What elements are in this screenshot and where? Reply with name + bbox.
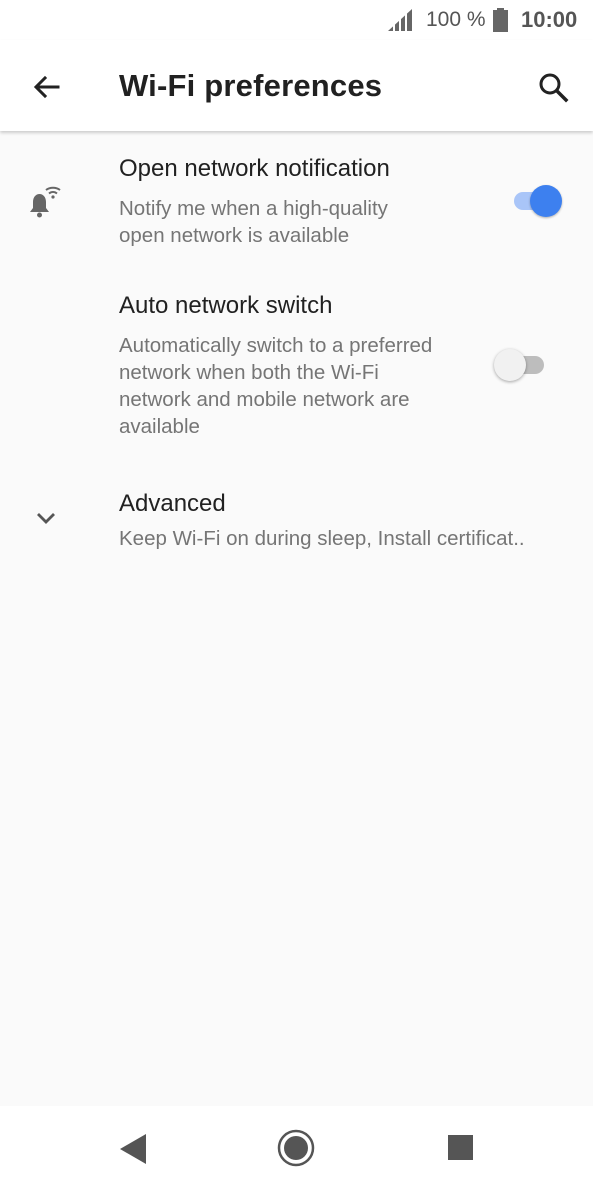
status-clock: 10:00	[521, 7, 578, 32]
pref-auto-network-switch[interactable]: Auto network switch Automatically switch…	[0, 277, 593, 455]
toggle-thumb	[494, 349, 526, 381]
pref-open-network-notification[interactable]: Open network notification Notify me when…	[0, 140, 593, 265]
pref-title: Advanced	[119, 490, 226, 517]
notification-wifi-icon	[24, 182, 64, 227]
page-title: Wi-Fi preferences	[119, 68, 383, 103]
pref-title: Auto network switch	[119, 292, 333, 319]
home-circle-icon[interactable]	[276, 1128, 316, 1168]
signal-icon	[388, 9, 412, 36]
status-bar: 100 % 10:00	[0, 0, 593, 40]
back-triangle-icon[interactable]	[112, 1128, 152, 1168]
chevron-down-icon	[28, 500, 64, 541]
search-icon[interactable]	[534, 68, 574, 108]
pref-summary: Automatically switch to a preferred netw…	[119, 334, 433, 438]
battery-icon	[493, 8, 508, 37]
pref-summary: Keep Wi-Fi on during sleep, Install cert…	[119, 527, 525, 550]
pref-summary: Notify me when a high-quality open netwo…	[119, 197, 388, 247]
app-bar: Wi-Fi preferences	[0, 40, 593, 131]
battery-percent: 100 %	[426, 8, 486, 31]
open-network-notification-toggle[interactable]	[508, 182, 564, 218]
auto-network-switch-toggle[interactable]	[494, 346, 550, 382]
pref-title: Open network notification	[119, 155, 390, 182]
toggle-thumb	[530, 185, 562, 217]
recents-square-icon[interactable]	[441, 1128, 481, 1168]
pref-advanced[interactable]: Advanced Keep Wi-Fi on during sleep, Ins…	[0, 475, 593, 570]
arrow-back-icon[interactable]	[26, 68, 66, 108]
navigation-bar	[0, 1106, 593, 1186]
